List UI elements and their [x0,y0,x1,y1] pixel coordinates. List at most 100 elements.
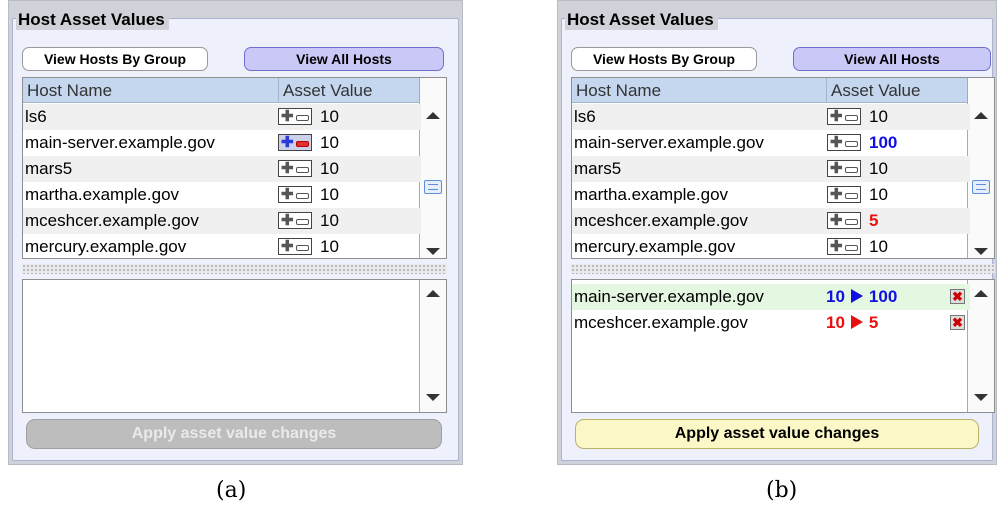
table-row[interactable]: ls6 ✚ 10 [572,104,970,130]
change-item[interactable]: main-server.example.gov 10 100 ✖ [572,284,970,310]
delete-x-icon[interactable]: ✖ [950,289,965,304]
plus-icon[interactable]: ✚ [281,187,294,202]
table-row[interactable]: main-server.example.gov ✚ 10 [23,130,421,156]
scroll-down-icon[interactable] [426,248,440,255]
changes-scrollbar[interactable] [967,280,994,412]
plus-icon[interactable]: ✚ [830,187,843,202]
minus-icon[interactable] [296,219,309,225]
plus-minus-icon[interactable]: ✚ [278,238,312,255]
host-name: main-server.example.gov [574,133,764,152]
plus-icon[interactable]: ✚ [281,135,294,150]
asset-value: 10 [320,237,339,256]
minus-icon[interactable] [845,245,858,251]
column-header-asset-value[interactable]: Asset Value [278,78,423,103]
table-scrollbar[interactable] [967,78,994,258]
minus-icon[interactable] [296,245,309,251]
host-name: mceshcer.example.gov [574,211,748,230]
asset-value: 10 [869,185,888,204]
scroll-up-icon[interactable] [974,112,988,119]
minus-icon[interactable] [845,219,858,225]
minus-icon[interactable] [845,193,858,199]
host-name: mars5 [574,159,622,178]
asset-value: 10 [869,159,888,178]
host-name: ls6 [25,107,47,126]
plus-icon[interactable]: ✚ [281,109,294,124]
minus-icon[interactable] [845,115,858,121]
old-value: 10 [826,313,845,332]
splitter-handle[interactable] [22,264,447,274]
delete-x-icon[interactable]: ✖ [950,315,965,330]
plus-minus-icon[interactable]: ✚ [827,212,861,229]
table-row[interactable]: mercury.example.gov ✚ 10 [572,234,970,258]
scroll-up-icon[interactable] [974,290,988,297]
new-value: 5 [868,313,879,332]
plus-minus-icon[interactable]: ✚ [827,238,861,255]
plus-minus-icon[interactable]: ✚ [278,160,312,177]
host-name: ls6 [574,107,596,126]
scroll-up-icon[interactable] [426,290,440,297]
new-value: 100 [868,287,898,306]
scroll-down-icon[interactable] [426,394,440,401]
plus-icon[interactable]: ✚ [281,161,294,176]
column-header-host-name[interactable]: Host Name [572,78,826,103]
apply-asset-value-changes-button[interactable]: Apply asset value changes [575,419,979,449]
view-hosts-by-group-button[interactable]: View Hosts By Group [22,47,208,71]
host-name: martha.example.gov [25,185,180,204]
table-row[interactable]: mars5 ✚ 10 [23,156,421,182]
asset-value: 10 [320,107,339,126]
asset-value: 10 [320,211,339,230]
plus-icon[interactable]: ✚ [830,213,843,228]
column-header-host-name[interactable]: Host Name [23,78,278,103]
scroll-up-icon[interactable] [426,112,440,119]
plus-minus-icon[interactable]: ✚ [278,212,312,229]
plus-icon[interactable]: ✚ [830,135,843,150]
table-row[interactable]: mceshcer.example.gov ✚ 10 [23,208,421,234]
table-row[interactable]: martha.example.gov ✚ 10 [572,182,970,208]
scroll-down-icon[interactable] [974,248,988,255]
scroll-thumb[interactable] [424,180,442,194]
table-row[interactable]: main-server.example.gov ✚ 100 [572,130,970,156]
plus-minus-icon[interactable]: ✚ [827,186,861,203]
plus-icon[interactable]: ✚ [830,239,843,254]
scroll-thumb[interactable] [972,180,990,194]
caption-b: (b) [766,478,798,503]
minus-icon[interactable] [296,115,309,121]
changes-scrollbar[interactable] [419,280,446,412]
table-row[interactable]: mars5 ✚ 10 [572,156,970,182]
plus-minus-icon[interactable]: ✚ [278,186,312,203]
splitter-handle[interactable] [571,264,995,274]
plus-icon[interactable]: ✚ [281,239,294,254]
plus-minus-icon[interactable]: ✚ [278,134,312,151]
asset-value: 10 [320,159,339,178]
scroll-down-icon[interactable] [974,394,988,401]
minus-icon[interactable] [296,193,309,199]
view-hosts-by-group-button[interactable]: View Hosts By Group [571,47,757,71]
plus-minus-icon[interactable]: ✚ [827,108,861,125]
minus-icon[interactable] [296,167,309,173]
plus-minus-icon[interactable]: ✚ [827,134,861,151]
change-item[interactable]: mceshcer.example.gov 10 5 ✖ [572,310,970,336]
changes-list [22,279,447,413]
table-row[interactable]: ls6 ✚ 10 [23,104,421,130]
table-row[interactable]: mercury.example.gov ✚ 10 [23,234,421,258]
arrow-right-icon [850,288,863,303]
table-row[interactable]: martha.example.gov ✚ 10 [23,182,421,208]
host-name: martha.example.gov [574,185,729,204]
minus-icon[interactable] [845,167,858,173]
table-scrollbar[interactable] [419,78,446,258]
plus-minus-icon[interactable]: ✚ [827,160,861,177]
view-all-hosts-button[interactable]: View All Hosts [244,47,444,71]
plus-minus-icon[interactable]: ✚ [278,108,312,125]
host-table: Host Name Asset Value ls6 ✚ 10 main-server.… [571,77,995,259]
plus-icon[interactable]: ✚ [830,161,843,176]
column-header-asset-value[interactable]: Asset Value [826,78,972,103]
plus-icon[interactable]: ✚ [830,109,843,124]
panel-a: Host Asset Values View Hosts By Group Vi… [8,0,463,465]
apply-asset-value-changes-button[interactable]: Apply asset value changes [26,419,442,449]
table-row[interactable]: mceshcer.example.gov ✚ 5 [572,208,970,234]
plus-icon[interactable]: ✚ [281,213,294,228]
asset-value: 10 [869,107,888,126]
view-all-hosts-button[interactable]: View All Hosts [793,47,991,71]
minus-icon[interactable] [296,141,309,147]
minus-icon[interactable] [845,141,858,147]
